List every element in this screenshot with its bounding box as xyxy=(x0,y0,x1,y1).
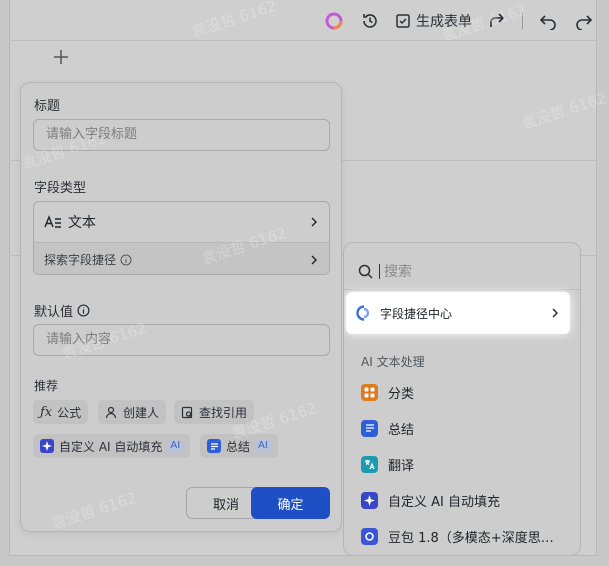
field-type-value: 文本 xyxy=(68,215,96,231)
title-label: 标题 xyxy=(34,99,61,114)
dropdown-item-label: 豆包 1.8（多模态+深度思… xyxy=(388,530,554,546)
undo-icon[interactable] xyxy=(537,10,559,32)
explore-shortcut-row[interactable]: 探索字段捷径 xyxy=(34,242,329,274)
ai-sparkle-icon xyxy=(361,491,378,509)
ai-text-section-title: AI 文本处理 xyxy=(361,355,425,369)
shortcut-center-label: 字段捷径中心 xyxy=(380,306,453,321)
add-column-icon[interactable] xyxy=(52,48,70,66)
dropdown-item-translate[interactable]: 翻译 xyxy=(361,454,414,474)
search-icon xyxy=(358,264,373,279)
history-icon[interactable] xyxy=(359,10,381,32)
ai-sparkle-icon xyxy=(40,439,54,453)
ai-badge: AI xyxy=(167,439,184,453)
summary-icon xyxy=(361,419,378,437)
chevron-right-icon xyxy=(311,217,317,227)
formula-label: 公式 xyxy=(57,405,82,420)
ai-badge: AI xyxy=(255,439,271,453)
field-type-label: 字段类型 xyxy=(34,181,87,196)
lookup-label: 查找引用 xyxy=(199,405,248,420)
creator-chip[interactable]: 创建人 xyxy=(98,400,167,424)
shortcut-center-item[interactable]: 字段捷径中心 xyxy=(346,292,570,334)
dropdown-item-label: 自定义 AI 自动填充 xyxy=(388,494,500,510)
dropdown-item-label: 总结 xyxy=(388,422,415,438)
translate-icon xyxy=(361,455,378,473)
shortcut-center-icon xyxy=(356,305,370,321)
search-placeholder: 搜索 xyxy=(384,264,412,280)
info-icon xyxy=(77,304,90,317)
field-type-dropdown: 搜索 字段捷径中心 AI 文本处理 分类 总结 翻译 自定义 AI 自动填充 豆… xyxy=(343,242,581,556)
text-type-icon xyxy=(44,215,61,228)
info-icon xyxy=(120,254,132,265)
dropdown-item-custom-ai[interactable]: 自定义 AI 自动填充 xyxy=(361,490,500,510)
dropdown-item-label: 分类 xyxy=(388,386,415,402)
doubao-icon xyxy=(361,527,378,545)
redo-icon[interactable] xyxy=(573,10,595,32)
dropdown-item-summary[interactable]: 总结 xyxy=(361,418,414,438)
confirm-button[interactable]: 确定 xyxy=(251,487,330,519)
explore-shortcut-label: 探索字段捷径 xyxy=(44,253,117,267)
chevron-right-icon xyxy=(311,255,317,264)
dropdown-item-label: 翻译 xyxy=(388,458,415,474)
default-value-label-row: 默认值 xyxy=(34,301,90,320)
custom-ai-label: 自定义 AI 自动填充 xyxy=(59,439,163,454)
custom-ai-chip[interactable]: 自定义 AI 自动填充 AI xyxy=(33,434,191,458)
formula-icon: ƒx xyxy=(40,404,53,420)
dropdown-divider xyxy=(344,289,580,290)
creator-label: 创建人 xyxy=(123,405,160,420)
text-caret xyxy=(379,263,380,279)
category-icon xyxy=(361,383,378,401)
recommend-label: 推荐 xyxy=(34,379,59,393)
form-icon xyxy=(396,14,410,28)
dropdown-item-doubao[interactable]: 豆包 1.8（多模态+深度思… xyxy=(361,526,554,546)
user-icon xyxy=(105,406,117,418)
formula-chip[interactable]: ƒx 公式 xyxy=(33,400,89,424)
default-value-label: 默认值 xyxy=(34,305,74,320)
summary-icon xyxy=(207,439,221,453)
ai-assistant-icon[interactable] xyxy=(323,10,345,32)
dropdown-search[interactable]: 搜索 xyxy=(358,261,412,281)
chevron-right-icon xyxy=(552,308,558,318)
grid-line xyxy=(9,40,597,41)
lookup-icon xyxy=(181,406,193,418)
dropdown-item-category[interactable]: 分类 xyxy=(361,382,414,402)
